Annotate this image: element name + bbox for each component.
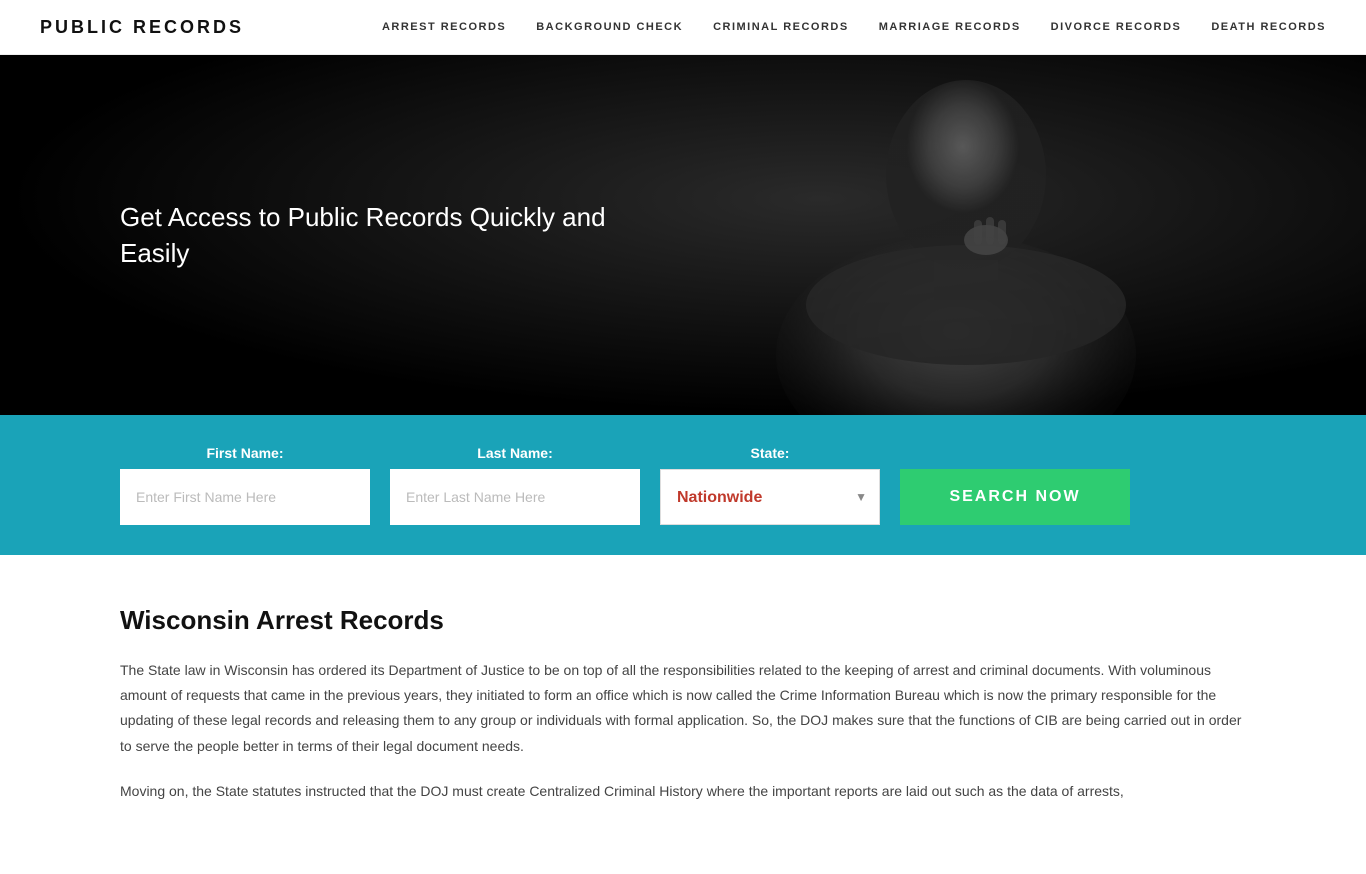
content-title: Wisconsin Arrest Records bbox=[120, 605, 1246, 636]
header: PUBLIC RECORDS ARREST RECORDS BACKGROUND… bbox=[0, 0, 1366, 55]
navigation: ARREST RECORDS BACKGROUND CHECK CRIMINAL… bbox=[382, 21, 1326, 33]
last-name-input[interactable] bbox=[390, 469, 640, 525]
hero-content: Get Access to Public Records Quickly and… bbox=[0, 199, 680, 272]
nav-arrest-records[interactable]: ARREST RECORDS bbox=[382, 21, 506, 33]
first-name-field: First Name: bbox=[120, 445, 370, 525]
nav-criminal-records[interactable]: CRIMINAL RECORDS bbox=[713, 21, 849, 33]
nav-marriage-records[interactable]: MARRIAGE RECORDS bbox=[879, 21, 1021, 33]
state-field: State: NationwideAlabamaAlaskaArizonaArk… bbox=[660, 445, 880, 525]
hero-person-silhouette bbox=[716, 55, 1216, 415]
nav-divorce-records[interactable]: DIVORCE RECORDS bbox=[1051, 21, 1182, 33]
hero-title: Get Access to Public Records Quickly and… bbox=[120, 199, 680, 272]
content-paragraph-1: The State law in Wisconsin has ordered i… bbox=[120, 658, 1246, 759]
content-paragraph-2: Moving on, the State statutes instructed… bbox=[120, 779, 1246, 804]
nav-death-records[interactable]: DEATH RECORDS bbox=[1211, 21, 1326, 33]
state-select-wrapper: NationwideAlabamaAlaskaArizonaArkansasCa… bbox=[660, 469, 880, 525]
state-label: State: bbox=[660, 445, 880, 461]
search-now-button[interactable]: SEARCH NOW bbox=[900, 469, 1130, 525]
first-name-input[interactable] bbox=[120, 469, 370, 525]
state-select[interactable]: NationwideAlabamaAlaskaArizonaArkansasCa… bbox=[661, 470, 879, 524]
last-name-field: Last Name: bbox=[390, 445, 640, 525]
last-name-label: Last Name: bbox=[390, 445, 640, 461]
first-name-label: First Name: bbox=[120, 445, 370, 461]
logo[interactable]: PUBLIC RECORDS bbox=[40, 17, 244, 38]
hero-section: Get Access to Public Records Quickly and… bbox=[0, 55, 1366, 415]
content-section: Wisconsin Arrest Records The State law i… bbox=[0, 555, 1366, 874]
search-section: First Name: Last Name: State: Nationwide… bbox=[0, 415, 1366, 555]
nav-background-check[interactable]: BACKGROUND CHECK bbox=[536, 21, 683, 33]
